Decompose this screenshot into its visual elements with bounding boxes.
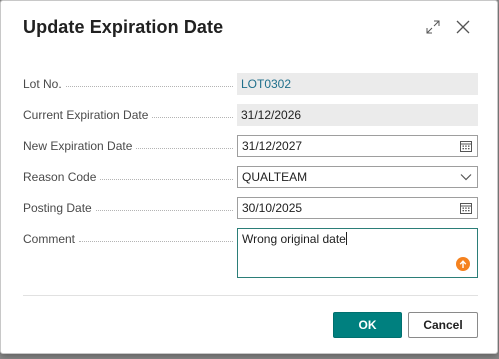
comment-label: Comment	[23, 232, 80, 246]
new-expiration-date-label: New Expiration Date	[23, 139, 137, 153]
ok-button[interactable]: OK	[333, 312, 402, 338]
calendar-icon[interactable]	[455, 136, 477, 156]
new-expiration-date-input[interactable]: 31/12/2027	[237, 135, 478, 157]
label-leader	[79, 240, 233, 242]
field-new-expiration-date: New Expiration Date 31/12/2027	[23, 135, 478, 157]
calendar-icon[interactable]	[455, 198, 477, 218]
comment-textarea[interactable]: Wrong original date	[237, 228, 478, 278]
reason-code-select[interactable]: QUALTEAM	[237, 166, 478, 188]
reason-code-label: Reason Code	[23, 170, 101, 184]
current-expiration-date-label: Current Expiration Date	[23, 108, 153, 122]
lot-no-value[interactable]: LOT0302	[237, 73, 478, 95]
cancel-button[interactable]: Cancel	[408, 312, 478, 338]
text-caret	[345, 232, 347, 245]
expand-icon[interactable]	[423, 17, 443, 37]
field-current-expiration-date: Current Expiration Date 31/12/2026	[23, 104, 478, 126]
field-lot-no: Lot No. LOT0302	[23, 73, 478, 95]
update-expiration-dialog: Update Expiration Date Lot No. LOT0302 C…	[0, 0, 498, 354]
comment-value[interactable]: Wrong original date	[242, 232, 346, 246]
field-reason-code: Reason Code QUALTEAM	[23, 166, 478, 188]
footer-divider	[23, 295, 478, 296]
label-leader	[95, 209, 233, 211]
upload-icon[interactable]	[456, 257, 470, 271]
close-icon[interactable]	[453, 17, 473, 37]
label-leader	[65, 85, 233, 87]
dialog-title: Update Expiration Date	[23, 17, 224, 37]
posting-date-label: Posting Date	[23, 201, 96, 215]
chevron-down-icon[interactable]	[455, 167, 477, 187]
label-leader	[100, 178, 233, 180]
lot-no-label: Lot No.	[23, 77, 66, 91]
new-expiration-date-value[interactable]: 31/12/2027	[242, 139, 455, 153]
field-posting-date: Posting Date 30/10/2025	[23, 197, 478, 219]
current-expiration-date-value: 31/12/2026	[237, 104, 478, 126]
posting-date-input[interactable]: 30/10/2025	[237, 197, 478, 219]
field-comment: Comment Wrong original date	[23, 228, 478, 278]
label-leader	[136, 147, 233, 149]
label-leader	[152, 116, 233, 118]
reason-code-value[interactable]: QUALTEAM	[242, 170, 455, 184]
posting-date-value[interactable]: 30/10/2025	[242, 201, 455, 215]
